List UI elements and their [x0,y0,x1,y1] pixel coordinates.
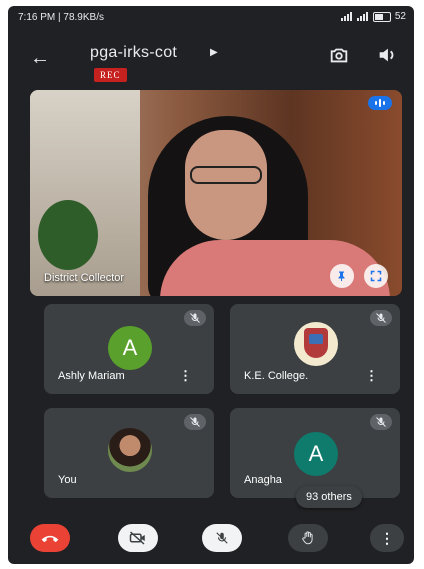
end-call-icon [41,535,59,543]
battery-level: 52 [394,11,406,22]
status-time: 7:16 PM | 78.9KB/s [18,12,104,23]
mic-toggle-button[interactable] [202,524,242,552]
featured-participant-tile[interactable]: District Collector [30,90,402,296]
video-glasses [190,166,262,184]
status-bar: 7:16 PM | 78.9KB/s 52 [8,6,414,28]
college-logo-avatar [294,322,338,366]
signal-icon-2 [356,12,369,21]
participant-tile[interactable]: A Ashly Mariam ⋮ [44,304,214,394]
battery-icon [372,11,391,22]
mic-off-icon [184,414,206,430]
end-call-button[interactable] [30,524,70,552]
video-background [30,90,140,296]
mic-off-icon [184,310,206,326]
back-arrow-icon[interactable]: ← [30,48,50,68]
others-count-button[interactable]: 93 others [296,486,362,508]
participant-name: Ashly Mariam [58,370,125,382]
participant-name: District Collector [44,272,125,284]
meet-screen: 7:16 PM | 78.9KB/s 52 ← pga-irks-cot ▶ R… [8,6,414,564]
mic-off-icon [370,310,392,326]
status-icons: 52 [340,11,406,22]
recording-badge: REC [94,68,127,82]
camera-toggle-button[interactable] [118,524,158,552]
switch-camera-icon[interactable] [328,44,350,66]
video-clothing [160,240,390,296]
caret-right-icon[interactable]: ▶ [210,47,218,58]
meeting-header: ← pga-irks-cot ▶ REC [8,30,414,82]
audio-level-icon [368,96,392,110]
participant-name: Anagha [244,474,282,486]
pin-icon[interactable] [330,264,354,288]
participant-tile[interactable]: K.E. College. ⋮ [230,304,400,394]
mic-off-icon [370,414,392,430]
avatar [108,428,152,472]
more-options-button[interactable]: ⋮ [370,524,404,552]
fullscreen-icon[interactable] [364,264,388,288]
raise-hand-icon [302,531,313,545]
avatar: A [108,326,152,370]
participant-tile[interactable]: You [44,408,214,498]
meeting-code[interactable]: pga-irks-cot [90,44,177,62]
more-vert-icon[interactable]: ⋮ [365,368,378,384]
video-face [185,130,267,240]
participant-name: K.E. College. [244,370,309,382]
video-plant [38,200,98,270]
raise-hand-button[interactable] [288,524,328,552]
mic-off-icon [216,532,228,544]
camera-off-icon [129,531,145,545]
signal-icon [340,12,353,21]
participant-tile[interactable]: A Anagha [230,408,400,498]
more-vert-icon[interactable]: ⋮ [179,368,192,384]
avatar: A [294,432,338,476]
call-controls: ⋮ [8,518,414,564]
speaker-icon[interactable] [376,44,398,66]
participant-name: You [58,474,77,486]
